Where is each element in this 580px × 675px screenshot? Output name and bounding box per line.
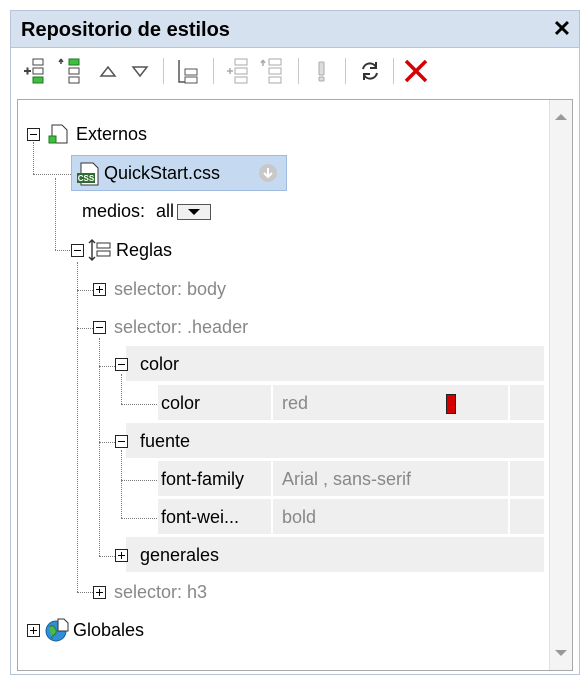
add-stylesheet-icon[interactable]: [21, 56, 51, 86]
selector-header-label: selector: .header: [114, 317, 249, 337]
move-up-icon[interactable]: [93, 56, 123, 86]
collapse-icon[interactable]: [27, 128, 40, 141]
toolbar-separator: [213, 58, 214, 84]
collapse-icon[interactable]: [115, 358, 128, 371]
panel-title: Repositorio de estilos: [21, 19, 230, 41]
svg-text:CSS: CSS: [78, 174, 95, 183]
prop-color-bg: [158, 385, 544, 420]
expand-icon[interactable]: [27, 624, 40, 637]
insert-stylesheet-icon[interactable]: [57, 56, 87, 86]
reload-icon[interactable]: [355, 56, 385, 86]
vertical-scrollbar[interactable]: [549, 100, 572, 670]
expand-icon[interactable]: [93, 283, 106, 296]
color-swatch: [446, 394, 456, 414]
medios-dropdown[interactable]: [177, 204, 212, 221]
property-name: font-family: [161, 469, 245, 489]
expand-icon[interactable]: [115, 549, 128, 562]
group-color-label: color: [140, 354, 180, 374]
toolbar-separator: [163, 58, 164, 84]
download-circle-icon[interactable]: [258, 163, 278, 183]
collapse-icon[interactable]: [93, 321, 106, 334]
selector-h3-label: selector: h3: [114, 582, 208, 602]
style-tree: Externos CSS QuickStart.css medios: all: [17, 99, 573, 671]
scroll-down-icon[interactable]: [555, 650, 567, 656]
collapse-icon[interactable]: [115, 435, 128, 448]
globe-icon: [45, 618, 69, 642]
group-generales-label: generales: [140, 545, 220, 565]
toolbar-separator: [345, 58, 346, 84]
style-repository-panel: Repositorio de estilos ✕ Externos CSS Qu…: [10, 10, 580, 675]
medios-value[interactable]: all: [156, 201, 174, 221]
add-rule-child-icon[interactable]: [223, 56, 253, 86]
important-icon[interactable]: [307, 56, 337, 86]
property-value[interactable]: red: [282, 385, 308, 421]
property-name: color: [161, 393, 201, 413]
external-folder-icon: [48, 124, 68, 144]
group-fuente-label: fuente: [140, 431, 191, 451]
selector-body-label: selector: body: [114, 279, 227, 299]
expand-icon[interactable]: [93, 586, 106, 599]
add-rule-icon[interactable]: [173, 56, 203, 86]
property-name: font-wei...: [161, 507, 240, 527]
toolbar: [11, 48, 579, 95]
externos-label: Externos: [76, 124, 148, 144]
panel-titlebar: Repositorio de estilos ✕: [11, 11, 579, 48]
delete-icon[interactable]: [401, 56, 431, 86]
medios-label: medios:: [82, 201, 146, 221]
close-icon[interactable]: ✕: [551, 16, 573, 42]
scroll-up-icon[interactable]: [555, 114, 567, 120]
collapse-icon[interactable]: [71, 244, 84, 257]
file-label: QuickStart.css: [104, 163, 221, 183]
globales-label: Globales: [73, 620, 145, 640]
toolbar-separator: [298, 58, 299, 84]
toolbar-separator: [393, 58, 394, 84]
move-down-icon[interactable]: [125, 56, 155, 86]
medios-row: medios: all: [82, 193, 212, 229]
insert-rule-icon[interactable]: [257, 56, 287, 86]
property-value[interactable]: bold: [282, 499, 316, 535]
rules-icon: [88, 239, 111, 261]
property-value[interactable]: Arial , sans-serif: [282, 461, 411, 497]
css-file-icon: CSS: [77, 162, 99, 186]
group-color-bg: [126, 346, 544, 381]
reglas-label: Reglas: [116, 240, 173, 260]
